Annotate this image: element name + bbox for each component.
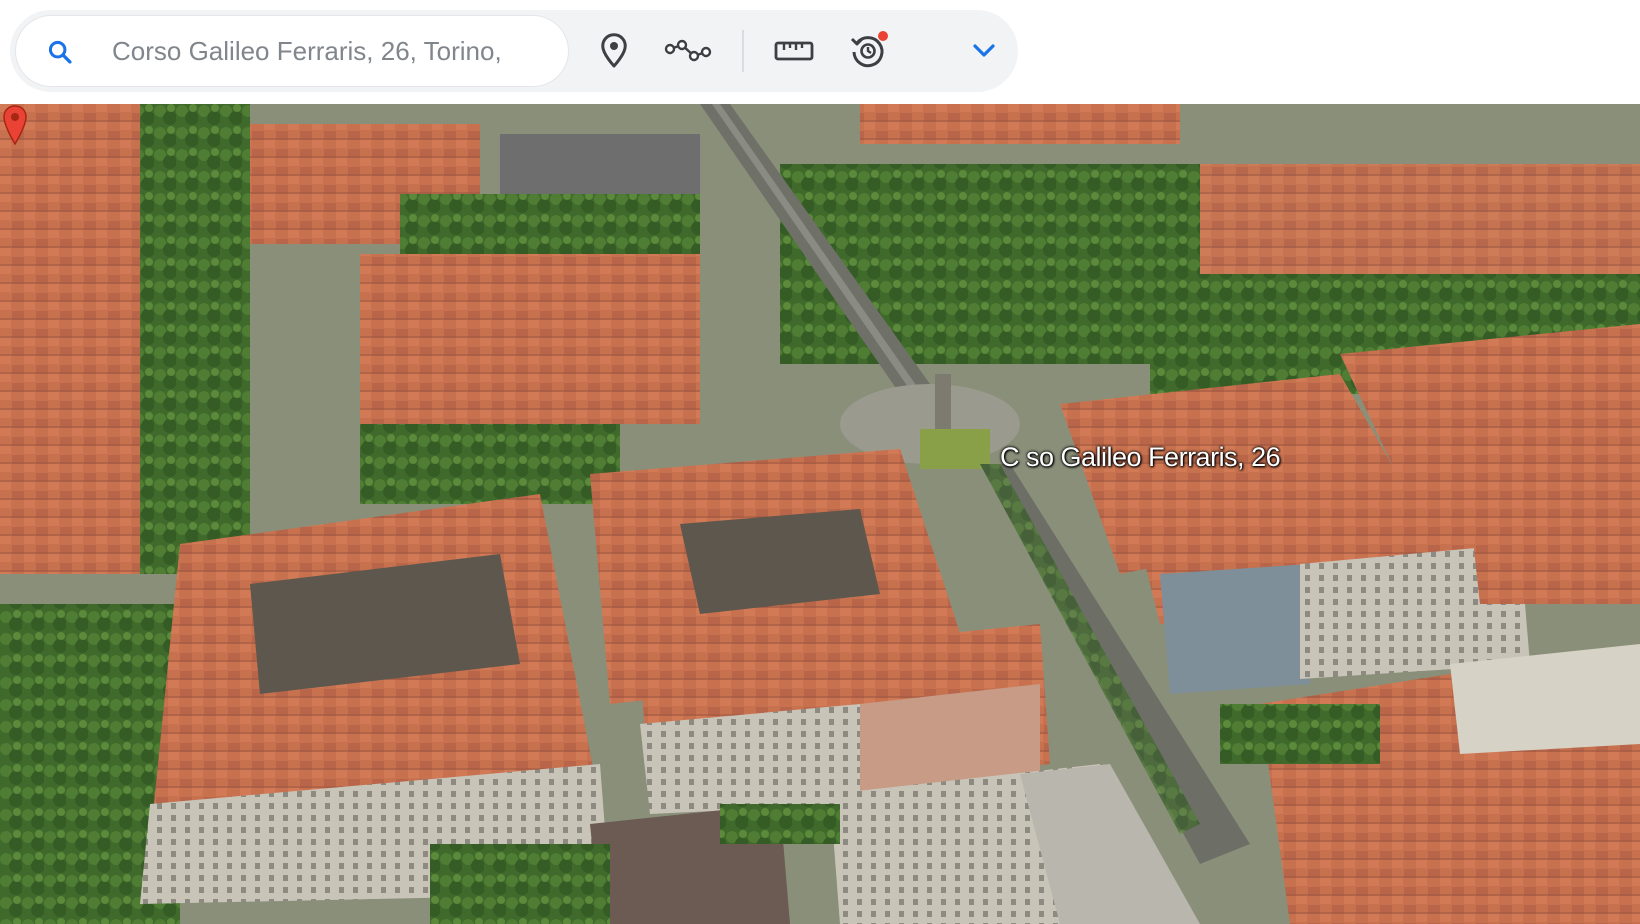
search-input[interactable] [112, 28, 558, 74]
map-3d-view[interactable]: C so Galileo Ferraris, 26 [0, 104, 1640, 924]
more-options-button[interactable] [960, 27, 1008, 75]
path-polygon-icon [664, 39, 712, 62]
location-marker-icon[interactable] [0, 104, 30, 150]
search-box[interactable] [16, 16, 568, 86]
location-pin-icon [601, 33, 627, 68]
draw-path-button[interactable] [664, 27, 712, 75]
ruler-icon [774, 41, 814, 61]
toolbar-separator [742, 30, 744, 72]
search-icon[interactable] [46, 38, 74, 66]
chevron-down-icon [973, 44, 995, 57]
historical-imagery-button[interactable] [844, 27, 892, 75]
toolbar-pill [10, 10, 1018, 92]
place-label[interactable]: C so Galileo Ferraris, 26 [1000, 442, 1281, 473]
aerial-imagery [0, 104, 1640, 924]
notification-badge [878, 31, 888, 41]
top-toolbar [0, 0, 1640, 104]
measure-button[interactable] [770, 27, 818, 75]
place-pin-button[interactable] [590, 27, 638, 75]
